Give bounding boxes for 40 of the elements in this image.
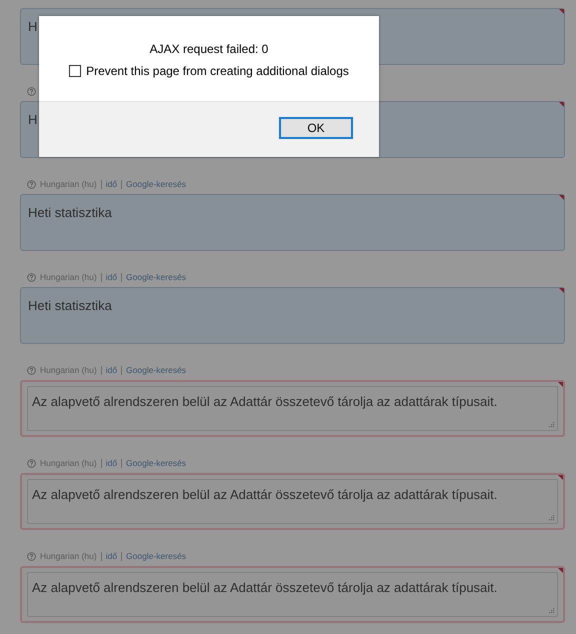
checkbox[interactable] bbox=[69, 65, 82, 77]
meta-link[interactable]: idő bbox=[106, 551, 118, 561]
text-area[interactable]: Az alapvető alrendszeren belül az Adattár összetevő tárolja az adattárak típusait. bbox=[27, 479, 558, 524]
text-field[interactable]: Heti statisztika bbox=[20, 194, 565, 251]
help-icon[interactable] bbox=[27, 366, 36, 374]
help-icon[interactable] bbox=[27, 458, 36, 468]
text-area[interactable]: Az alapvető alrendszeren belül az Adattár összetevő tárolja az adattárak típusait. bbox=[27, 386, 558, 431]
meta-link[interactable]: Google-keresés bbox=[126, 365, 186, 375]
resize-grip-icon[interactable] bbox=[548, 421, 555, 428]
language-label: Hungarian (hu) bbox=[40, 272, 97, 282]
checkbox-label[interactable]: Prevent this page from creating additional dialogs bbox=[86, 64, 349, 78]
corner-flag-icon bbox=[558, 382, 563, 387]
help-icon[interactable] bbox=[27, 272, 36, 282]
meta-link[interactable]: idő bbox=[106, 365, 118, 375]
resize-grip-icon[interactable] bbox=[548, 514, 555, 521]
corner-flag-icon bbox=[558, 568, 563, 573]
help-icon[interactable] bbox=[27, 552, 36, 560]
meta-link[interactable]: idő bbox=[106, 272, 118, 282]
corner-flag-icon bbox=[559, 9, 564, 14]
meta-link[interactable]: Google-keresés bbox=[126, 551, 186, 561]
corner-flag-icon bbox=[558, 475, 563, 480]
language-label: Hungarian (hu) bbox=[40, 179, 97, 189]
resize-grip-icon[interactable] bbox=[548, 607, 555, 614]
meta-link[interactable]: idő bbox=[106, 458, 118, 468]
meta-link[interactable]: Google-keresés bbox=[126, 179, 186, 189]
language-label: Hungarian (hu) bbox=[40, 551, 97, 561]
text-field[interactable]: Heti statisztika bbox=[20, 287, 565, 344]
meta-link[interactable]: Google-keresés bbox=[126, 458, 186, 468]
help-icon[interactable] bbox=[27, 180, 36, 188]
corner-flag-icon bbox=[559, 102, 564, 107]
ok-button[interactable]: OK bbox=[279, 117, 353, 139]
meta-link[interactable]: Google-keresés bbox=[126, 272, 186, 282]
dialog-message: AJAX request failed: 0 bbox=[148, 42, 270, 56]
help-icon[interactable] bbox=[27, 86, 36, 96]
language-label: Hungarian (hu) bbox=[40, 458, 97, 468]
text-area[interactable]: Az alapvető alrendszeren belül az Adattár összetevő tárolja az adattárak típusait. bbox=[27, 572, 558, 617]
meta-link[interactable]: idő bbox=[106, 179, 118, 189]
corner-flag-icon bbox=[559, 288, 564, 293]
corner-flag-icon bbox=[559, 195, 564, 200]
language-label: Hungarian (hu) bbox=[40, 365, 97, 375]
